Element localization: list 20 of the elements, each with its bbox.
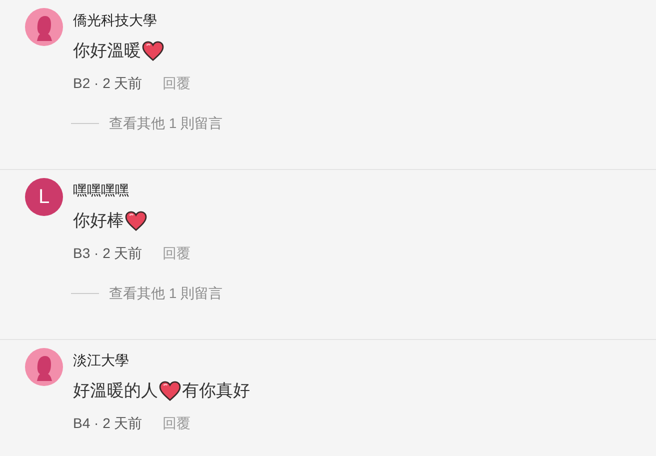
more-replies-link[interactable]: 查看其他 1 則留言 [109,114,223,132]
reply-link[interactable]: 回覆 [162,244,190,262]
heart-icon [125,211,147,231]
comment-meta: B2 · 2 天前 [73,74,142,92]
avatar [25,8,63,46]
comment-meta: B4 · 2 天前 [73,414,142,432]
heart-icon [159,381,181,401]
comment-text: 好溫暖的人 有你真好 [73,380,250,402]
reply-link[interactable]: 回覆 [162,414,190,432]
author-name: 淡江大學 [73,351,130,369]
comment-meta: B3 · 2 天前 [73,244,142,262]
reply-link[interactable]: 回覆 [162,74,190,92]
avatar: L [25,178,63,216]
heart-icon [142,41,164,61]
avatar [25,348,63,386]
author-name: 嘿嘿嘿嘿 [73,181,130,199]
comment-text: 你好棒 [73,210,223,232]
author-name: 僑光科技大學 [73,11,158,29]
more-replies-link[interactable]: 查看其他 1 則留言 [109,284,223,302]
comment-text: 你好溫暖 [73,40,223,62]
